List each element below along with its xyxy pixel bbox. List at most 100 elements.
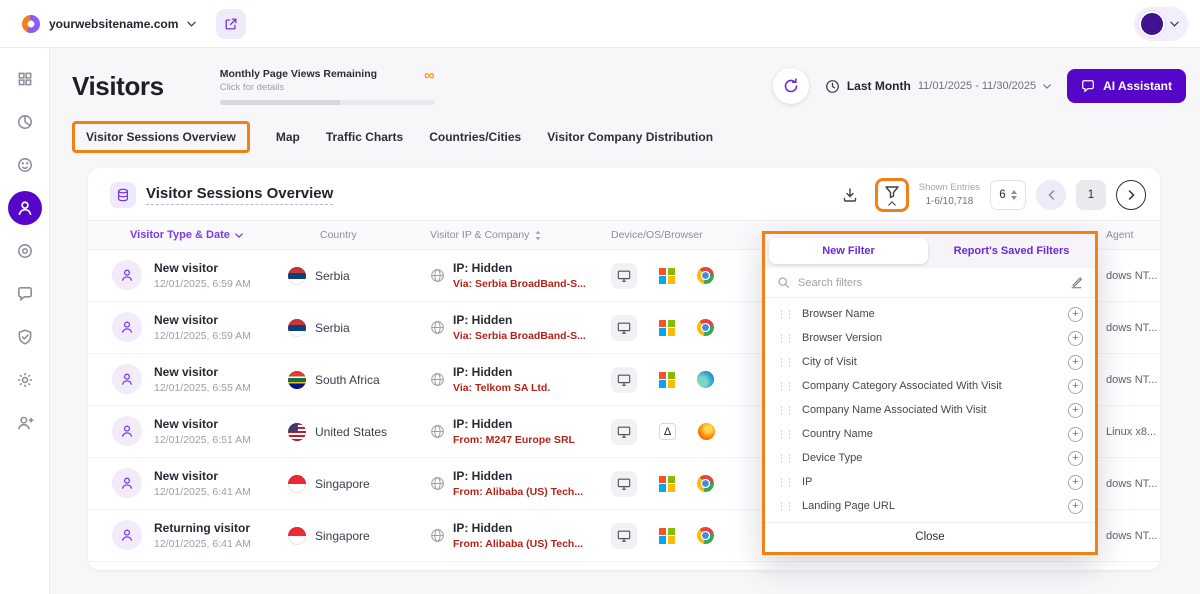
drag-handle-icon[interactable] (777, 502, 793, 511)
sidebar-item-feedback[interactable] (8, 277, 42, 311)
close-filter-panel-button[interactable]: Close (765, 522, 1095, 552)
visitor-type: New visitor (154, 260, 251, 276)
filter-panel: New Filter Report's Saved Filters Browse… (762, 231, 1098, 555)
filter-item-label: Landing Page URL (802, 500, 1059, 512)
quota-details-link[interactable]: Click for details (220, 82, 377, 93)
column-header-visitor-type[interactable]: Visitor Type & Date (88, 229, 268, 241)
visitor-avatar (112, 468, 142, 498)
flag-singapore-icon (288, 475, 306, 493)
filter-item-browser-name[interactable]: Browser Name (765, 302, 1095, 326)
sidebar-item-account[interactable] (8, 406, 42, 440)
page-size-select[interactable]: 6 (990, 180, 1026, 210)
filter-button[interactable] (884, 184, 900, 206)
tab-countries-cities[interactable]: Countries/Cities (429, 130, 521, 144)
refresh-button[interactable] (773, 68, 809, 104)
add-filter-icon[interactable] (1068, 379, 1083, 394)
ai-assistant-label: AI Assistant (1103, 79, 1172, 93)
tab-saved-filters[interactable]: Report's Saved Filters (932, 238, 1091, 264)
previous-page-button[interactable] (1036, 180, 1066, 210)
tab-traffic-charts[interactable]: Traffic Charts (326, 130, 403, 144)
shield-icon (16, 328, 34, 346)
search-filters-input[interactable] (798, 277, 1062, 289)
quota-widget: Monthly Page Views Remaining Click for d… (220, 68, 435, 105)
flag-united-states-icon (288, 423, 306, 441)
visitor-type: New visitor (154, 312, 251, 328)
visitor-company[interactable]: Via: Telkom SA Ltd. (453, 381, 550, 396)
visitor-company[interactable]: From: Alibaba (US) Tech... (453, 537, 583, 552)
filter-item-company-name[interactable]: Company Name Associated With Visit (765, 398, 1095, 422)
filter-item-country-name[interactable]: Country Name (765, 422, 1095, 446)
visitor-company[interactable]: Via: Serbia BroadBand-S... (453, 329, 586, 344)
sidebar-item-behavior[interactable] (8, 148, 42, 182)
tab-visitor-company-distribution[interactable]: Visitor Company Distribution (547, 130, 713, 144)
column-header-device[interactable]: Device/OS/Browser (603, 229, 783, 241)
add-filter-icon[interactable] (1068, 499, 1083, 514)
sidebar-item-dashboard[interactable] (8, 62, 42, 96)
add-filter-icon[interactable] (1068, 427, 1083, 442)
next-page-button[interactable] (1116, 180, 1146, 210)
user-menu[interactable] (1134, 7, 1188, 41)
add-filter-icon[interactable] (1068, 403, 1083, 418)
website-selector[interactable]: yourwebsitename.com (12, 9, 206, 39)
download-button[interactable] (835, 180, 865, 210)
filter-item-label: Company Category Associated With Visit (802, 380, 1059, 392)
drag-handle-icon[interactable] (777, 478, 793, 487)
add-filter-icon[interactable] (1068, 331, 1083, 346)
filter-item-city-of-visit[interactable]: City of Visit (765, 350, 1095, 374)
chevron-down-icon (235, 233, 243, 238)
visitor-type: New visitor (154, 364, 251, 380)
filter-item-device-type[interactable]: Device Type (765, 446, 1095, 470)
sidebar-item-settings[interactable] (8, 363, 42, 397)
tab-visitor-sessions-overview[interactable]: Visitor Sessions Overview (72, 121, 250, 153)
drag-handle-icon[interactable] (777, 454, 793, 463)
visitor-company[interactable]: Via: Serbia BroadBand-S... (453, 277, 586, 292)
visit-date: 12/01/2025, 6:41 AM (154, 537, 251, 551)
add-filter-icon[interactable] (1068, 451, 1083, 466)
sidebar-item-campaigns[interactable] (8, 234, 42, 268)
filter-item-company-category[interactable]: Company Category Associated With Visit (765, 374, 1095, 398)
column-header-label: Device/OS/Browser (611, 229, 703, 241)
visit-date: 12/01/2025, 6:59 AM (154, 329, 251, 343)
add-filter-icon[interactable] (1068, 355, 1083, 370)
edge-browser-icon (697, 371, 714, 388)
drag-handle-icon[interactable] (777, 406, 793, 415)
sidebar-item-statistics[interactable] (8, 105, 42, 139)
visitor-ip: IP: Hidden (453, 312, 586, 329)
add-filter-icon[interactable] (1068, 307, 1083, 322)
quota-progress-bar (220, 100, 435, 105)
flag-serbia-icon (288, 267, 306, 285)
column-header-label: Country (320, 229, 357, 241)
globe-icon (430, 424, 445, 439)
drag-handle-icon[interactable] (777, 310, 793, 319)
filter-item-ip[interactable]: IP (765, 470, 1095, 494)
person-icon (119, 319, 135, 335)
ai-assistant-button[interactable]: AI Assistant (1067, 69, 1186, 103)
drag-handle-icon[interactable] (777, 358, 793, 367)
clear-search-button[interactable] (1070, 276, 1083, 289)
visitor-company[interactable]: From: M247 Europe SRL (453, 433, 575, 448)
site-name: yourwebsitename.com (49, 17, 178, 31)
filter-item-label: Country Name (802, 428, 1059, 440)
column-header-country[interactable]: Country (268, 229, 408, 241)
sort-icon (534, 230, 542, 241)
drag-handle-icon[interactable] (777, 382, 793, 391)
drag-handle-icon[interactable] (777, 430, 793, 439)
tab-new-filter[interactable]: New Filter (769, 238, 928, 264)
drag-handle-icon[interactable] (777, 334, 793, 343)
add-filter-icon[interactable] (1068, 475, 1083, 490)
funnel-icon (884, 184, 900, 200)
column-header-ip-company[interactable]: Visitor IP & Company (408, 229, 603, 241)
filter-item-label: Device Type (802, 452, 1059, 464)
date-range-picker[interactable]: Last Month 11/01/2025 - 11/30/2025 (825, 79, 1051, 94)
sidebar-item-visitors[interactable] (8, 191, 42, 225)
filter-item-label: Browser Version (802, 332, 1059, 344)
country-name: Serbia (315, 269, 350, 283)
country-name: Singapore (315, 529, 370, 543)
visitor-company[interactable]: From: Alibaba (US) Tech... (453, 485, 583, 500)
filter-item-landing-page-url[interactable]: Landing Page URL (765, 494, 1095, 518)
open-website-button[interactable] (216, 9, 246, 39)
filter-item-browser-version[interactable]: Browser Version (765, 326, 1095, 350)
tab-map[interactable]: Map (276, 130, 300, 144)
search-icon (777, 276, 790, 289)
sidebar-item-privacy[interactable] (8, 320, 42, 354)
